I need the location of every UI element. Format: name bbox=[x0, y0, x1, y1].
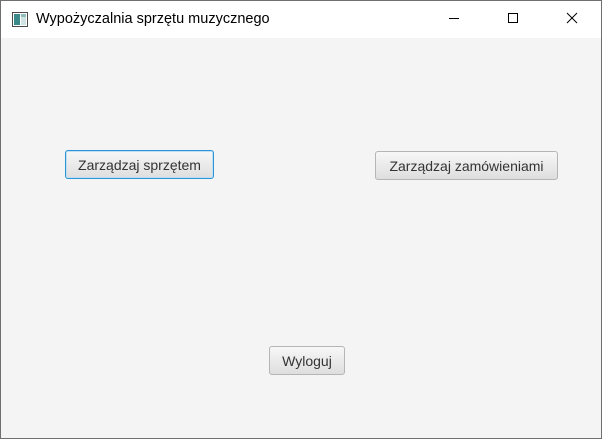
close-button[interactable] bbox=[549, 1, 595, 38]
manage-orders-button[interactable]: Zarządzaj zamówieniami bbox=[375, 151, 558, 180]
main-content: Zarządzaj sprzętem Zarządzaj zamówieniam… bbox=[1, 38, 601, 438]
app-window-icon bbox=[12, 12, 28, 27]
minimize-button[interactable] bbox=[431, 1, 477, 38]
minimize-icon bbox=[448, 11, 460, 29]
maximize-button[interactable] bbox=[490, 1, 536, 38]
title-bar[interactable]: Wypożyczalnia sprzętu muzycznego bbox=[1, 1, 601, 38]
close-icon bbox=[566, 11, 578, 29]
app-window: Wypożyczalnia sprzętu muzycznego Zarządz… bbox=[0, 0, 602, 439]
maximize-icon bbox=[507, 11, 519, 29]
window-title: Wypożyczalnia sprzętu muzycznego bbox=[36, 11, 270, 27]
manage-equipment-button[interactable]: Zarządzaj sprzętem bbox=[65, 150, 214, 179]
logout-button[interactable]: Wyloguj bbox=[269, 346, 345, 375]
